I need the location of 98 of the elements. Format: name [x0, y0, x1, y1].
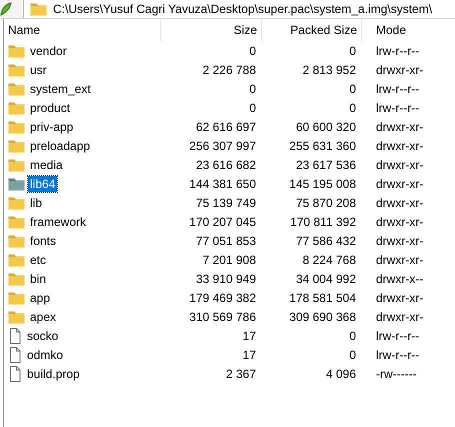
- folder-icon: [8, 310, 25, 324]
- table-cell-text: 0: [248, 44, 257, 58]
- table-cell-text: 144 381 650: [188, 176, 257, 190]
- table-cell-text: 17: [242, 348, 257, 362]
- table-cell-text: lrw-r--r--: [375, 328, 420, 342]
- table-cell-text: lrw-r--r--: [375, 348, 420, 362]
- file-name[interactable]: priv-app: [28, 118, 76, 134]
- folder-icon: [8, 214, 25, 228]
- column-header[interactable]: Packed Size: [262, 19, 362, 41]
- file-name[interactable]: usr: [28, 62, 49, 78]
- folder-icon: [8, 252, 25, 266]
- table-cell-text: drwxr-xr-: [375, 176, 424, 190]
- table-cell-text: drwxr-xr-: [375, 196, 424, 210]
- table-cell-text: 17: [242, 328, 257, 342]
- leaf-icon: [0, 2, 12, 16]
- file-name[interactable]: fonts: [28, 232, 58, 248]
- table-cell-text: 7 201 908: [202, 252, 257, 266]
- table-cell-text: lrw-r--r--: [375, 44, 420, 58]
- folder-icon: [8, 158, 25, 172]
- file-icon: [8, 366, 22, 382]
- table-cell-text: drwxr-xr-: [375, 252, 424, 266]
- file-icon: [8, 346, 22, 362]
- file-name[interactable]: lib: [28, 194, 44, 210]
- file-name[interactable]: product: [28, 100, 72, 116]
- table-cell-text: 2 813 952: [302, 62, 357, 76]
- table-cell-text: 0: [248, 82, 257, 96]
- table-cell-text: drwxr-xr-: [375, 158, 424, 172]
- table-cell-text: 62 616 697: [194, 120, 257, 134]
- file-name[interactable]: app: [28, 290, 52, 306]
- file-name[interactable]: system_ext: [28, 80, 93, 96]
- table-cell-text: 170 207 045: [188, 214, 257, 228]
- table-cell-text: 309 690 368: [288, 310, 357, 324]
- table-cell-text: 4 096: [324, 366, 357, 380]
- table-cell-text: 75 870 208: [294, 196, 357, 210]
- table-cell-text: 2 226 788: [202, 62, 257, 76]
- folder-icon: [8, 62, 25, 76]
- table-cell-text: drwxr-xr-: [375, 310, 424, 324]
- table-cell-text: -rw------: [375, 366, 418, 380]
- table-cell-text: 8 224 768: [302, 252, 357, 266]
- up-button[interactable]: [0, 0, 24, 18]
- table-cell-text: 77 586 432: [294, 234, 357, 248]
- table-cell-text: 256 307 997: [188, 138, 257, 152]
- table-cell-text: 0: [348, 328, 357, 342]
- folder-icon: [8, 196, 25, 210]
- folder-icon: [8, 100, 25, 114]
- file-name[interactable]: lib64: [28, 176, 58, 192]
- file-name[interactable]: bin: [28, 270, 48, 286]
- table-cell-text: lrw-r--r--: [375, 100, 420, 114]
- column-header[interactable]: Size: [161, 19, 262, 41]
- file-name[interactable]: apex: [28, 308, 58, 324]
- address-path[interactable]: C:\Users\Yusuf Cagri Yavuza\Desktop\super.pac\system_a.img\system\: [53, 2, 432, 16]
- table-cell-text: 75 139 749: [194, 196, 257, 210]
- table-cell-text: 33 910 949: [194, 272, 257, 286]
- table-cell-text: 0: [248, 100, 257, 114]
- file-name[interactable]: etc: [28, 252, 48, 268]
- file-name[interactable]: vendor: [28, 42, 69, 58]
- folder-icon: [8, 176, 25, 190]
- folder-icon: [8, 82, 25, 96]
- file-name[interactable]: odmko: [25, 346, 66, 362]
- table-cell-text: lrw-r--r--: [375, 82, 420, 96]
- file-icon: [8, 328, 22, 344]
- table-cell-text: 0: [348, 44, 357, 58]
- table-cell-text: 34 004 992: [294, 272, 357, 286]
- table-cell-text: drwxr-xr-: [375, 138, 424, 152]
- table-cell-text: drwxr-xr-: [375, 214, 424, 228]
- table-cell-text: 77 051 853: [194, 234, 257, 248]
- table-cell-text: 60 600 320: [294, 120, 357, 134]
- table-cell-text: 23 616 682: [194, 158, 257, 172]
- column-header[interactable]: Mode: [362, 19, 455, 41]
- folder-icon: [8, 290, 25, 304]
- table-cell-text: 310 569 786: [188, 310, 257, 324]
- file-name[interactable]: framework: [28, 214, 88, 230]
- table-cell-text: drwxr-x--: [375, 272, 424, 286]
- folder-icon: [8, 44, 25, 58]
- table-cell-text: drwxr-xr-: [375, 120, 424, 134]
- table-cell-text: 179 469 382: [188, 290, 257, 304]
- table-cell-text: 145 195 008: [288, 176, 357, 190]
- file-name[interactable]: preloadapp: [28, 138, 92, 154]
- table-cell-text: 0: [348, 82, 357, 96]
- table-cell-text: drwxr-xr-: [375, 290, 424, 304]
- folder-icon: [8, 138, 25, 152]
- table-cell-text: 2 367: [224, 366, 257, 380]
- file-name[interactable]: media: [28, 156, 65, 172]
- table-cell-text: 0: [348, 348, 357, 362]
- folder-icon: [30, 2, 47, 16]
- table-cell-text: drwxr-xr-: [375, 62, 424, 76]
- table-cell-text: 170 811 392: [289, 214, 357, 228]
- folder-icon: [8, 234, 25, 248]
- table-cell-text: 178 581 504: [288, 290, 357, 304]
- column-header[interactable]: Name: [4, 19, 161, 41]
- folder-icon: [8, 272, 25, 286]
- table-cell-text: drwxr-xr-: [375, 234, 424, 248]
- table-cell-text: 255 631 360: [288, 138, 357, 152]
- file-name[interactable]: build.prop: [25, 366, 82, 382]
- folder-icon: [8, 120, 25, 134]
- table-cell-text: 23 617 536: [294, 158, 357, 172]
- table-cell-text: 0: [348, 100, 357, 114]
- file-name[interactable]: socko: [25, 328, 60, 344]
